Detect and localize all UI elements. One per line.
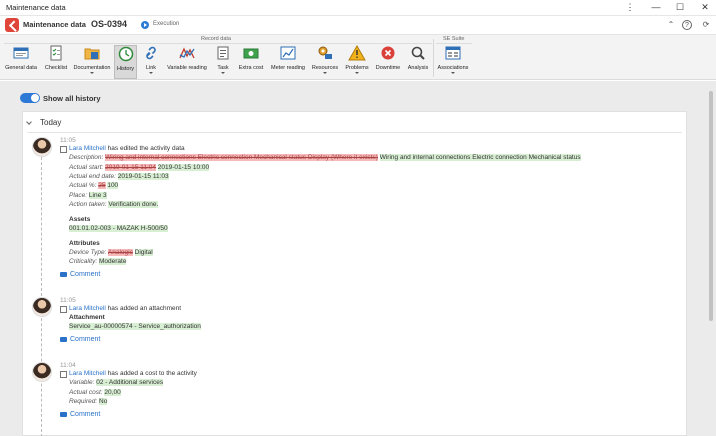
task-icon <box>217 46 229 60</box>
attribute-criticality: Criticality: Moderate <box>69 258 127 265</box>
app-logo-icon <box>5 18 19 32</box>
field-action-taken: Action taken: Verification done. <box>69 201 159 208</box>
history-panel: Today 11:05 Lara Mitchell has edited the… <box>22 111 687 436</box>
entry-time: 11:04 <box>60 362 76 369</box>
close-button[interactable]: ✕ <box>694 0 716 16</box>
problems-button[interactable]: Problems <box>343 45 371 79</box>
variable-reading-icon <box>179 47 195 59</box>
maximize-button[interactable]: ☐ <box>669 0 691 16</box>
history-button[interactable]: History <box>114 45 137 79</box>
status-play-icon <box>141 21 149 29</box>
group-label-se-suite: SE Suite <box>443 36 465 42</box>
entry-header: Lara Mitchell has added a cost to the ac… <box>69 370 197 377</box>
user-link[interactable]: Lara Mitchell <box>69 305 106 312</box>
entry-time: 11:05 <box>60 137 76 144</box>
comment-link[interactable]: Comment <box>60 271 100 278</box>
entry-header: Lara Mitchell has added an attachment <box>69 305 182 312</box>
extra-cost-button[interactable]: Extra cost <box>236 45 266 79</box>
meter-reading-button[interactable]: Meter reading <box>269 45 307 79</box>
checklist-icon <box>50 45 62 61</box>
field-actual-percent: Actual %: 25 100 <box>69 182 119 189</box>
checklist-button[interactable]: Checklist <box>41 45 71 79</box>
status-label: Execution <box>153 21 180 27</box>
attachment-title: Attachment <box>69 314 105 321</box>
problems-icon <box>348 45 366 61</box>
comment-icon <box>60 411 67 417</box>
field-actual-start: Actual start: 2019-01-15 11:04 2019-01-1… <box>69 164 210 171</box>
asset-value: 001.01.02-003 - MAZAK H-500/50 <box>69 225 168 232</box>
group-label-record-data: Record data <box>201 36 231 42</box>
field-actual-end-date: Actual end date: 2019-01-15 11:03 <box>69 173 169 180</box>
breadcrumb-separator: › <box>82 20 85 29</box>
avatar <box>32 362 52 382</box>
avatar <box>32 137 52 157</box>
link-button[interactable]: Link <box>140 45 162 79</box>
field-required: Required: No <box>69 398 108 405</box>
associations-button[interactable]: Associations <box>435 45 471 79</box>
section-title-today[interactable]: Today <box>40 118 61 127</box>
downtime-button[interactable]: Downtime <box>374 45 402 79</box>
link-icon <box>146 46 156 60</box>
attachment-icon <box>60 306 67 313</box>
window-title: Maintenance data <box>6 3 66 12</box>
field-description: Description: Wiring and internal connect… <box>69 154 581 161</box>
history-icon <box>118 46 133 62</box>
history-content: Show all history Today 11:05 Lara Mitche… <box>0 81 716 436</box>
associations-icon <box>445 46 461 60</box>
attribute-device-type: Device Type: Analogic Digital <box>69 249 153 256</box>
meter-reading-icon <box>280 46 296 60</box>
variable-reading-button[interactable]: Variable reading <box>165 45 209 79</box>
field-variable: Variable: 02 - Additional services <box>69 379 164 386</box>
refresh-icon[interactable]: ⟳ <box>700 19 712 31</box>
scrollbar[interactable] <box>709 91 713 321</box>
ribbon-toolbar: Record data SE Suite General data Checkl… <box>0 34 716 80</box>
minimize-button[interactable]: — <box>645 0 667 16</box>
field-place: Place: Line 3 <box>69 192 107 199</box>
edit-icon <box>60 146 67 153</box>
avatar <box>32 297 52 317</box>
app-header: Maintenance data › OS-0394 Execution ⌃ ?… <box>0 16 716 34</box>
assets-title: Assets <box>69 216 91 223</box>
resources-button[interactable]: Resources <box>310 45 340 79</box>
task-button[interactable]: Task <box>213 45 233 79</box>
chevron-down-icon[interactable] <box>26 119 32 125</box>
toggle-switch[interactable] <box>20 93 40 103</box>
collapse-icon[interactable]: ⌃ <box>665 19 677 31</box>
comment-link[interactable]: Comment <box>60 336 100 343</box>
entry-time: 11:05 <box>60 297 76 304</box>
attributes-title: Attributes <box>69 240 100 247</box>
documentation-icon <box>84 48 100 60</box>
analysis-icon <box>411 46 425 60</box>
user-link[interactable]: Lara Mitchell <box>69 370 106 377</box>
general-data-button[interactable]: General data <box>3 45 39 79</box>
analysis-button[interactable]: Analysis <box>405 45 431 79</box>
downtime-icon <box>381 46 395 60</box>
documentation-button[interactable]: Documentation <box>72 45 112 79</box>
timeline-line <box>41 152 42 436</box>
cost-icon <box>60 371 67 378</box>
extra-cost-icon <box>243 48 259 59</box>
user-link[interactable]: Lara Mitchell <box>69 145 106 152</box>
window-titlebar: Maintenance data ⋮ — ☐ ✕ <box>0 0 716 16</box>
field-actual-cost: Actual cost: 20,00 <box>69 389 121 396</box>
help-icon[interactable]: ? <box>682 20 692 30</box>
entry-header: Lara Mitchell has edited the activity da… <box>69 145 185 152</box>
attachment-value: Service_au-00000574 - Service_authorizat… <box>69 323 201 330</box>
comment-icon <box>60 271 67 277</box>
more-options-button[interactable]: ⋮ <box>619 0 641 16</box>
comment-link[interactable]: Comment <box>60 411 100 418</box>
toggle-label: Show all history <box>43 94 101 103</box>
resources-icon <box>318 46 332 59</box>
record-id: OS-0394 <box>91 19 128 29</box>
comment-icon <box>60 336 67 342</box>
general-data-icon <box>13 47 29 59</box>
breadcrumb-module[interactable]: Maintenance data <box>23 20 86 29</box>
